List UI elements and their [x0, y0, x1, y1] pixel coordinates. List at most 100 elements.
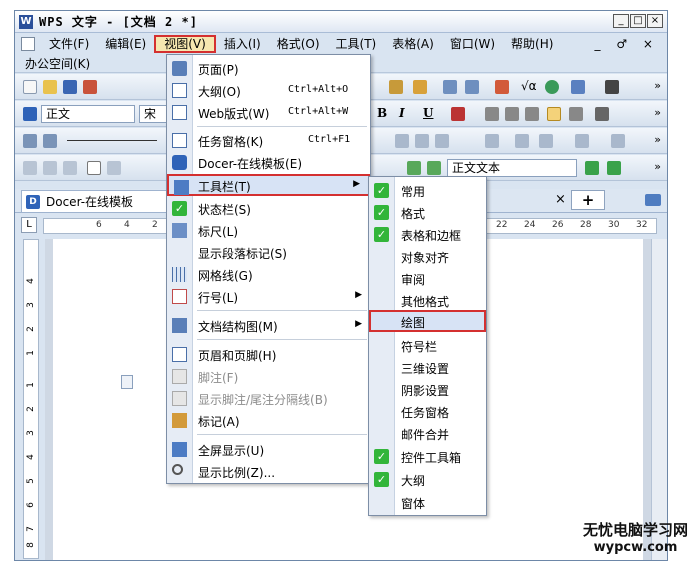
- submenu-item-forms[interactable]: 窗体: [369, 491, 486, 513]
- menu-window[interactable]: 窗口(W): [442, 35, 503, 53]
- toolbar-overflow-icon-4[interactable]: »: [654, 160, 661, 173]
- move-up-icon[interactable]: [607, 161, 621, 175]
- control-icon-2[interactable]: [43, 161, 57, 175]
- menu-item-line-numbers[interactable]: 行号(L) ▶: [167, 285, 370, 307]
- insert-table-icon[interactable]: [495, 80, 509, 94]
- styles-icon[interactable]: [23, 107, 37, 121]
- web-icon[interactable]: [545, 80, 559, 94]
- close-button[interactable]: ×: [647, 14, 663, 28]
- toolbar-overflow-icon[interactable]: »: [654, 79, 661, 92]
- align-left-icon[interactable]: [485, 107, 499, 121]
- font-select[interactable]: 宋体: [139, 105, 167, 123]
- print-icon[interactable]: [83, 80, 97, 94]
- split-table-icon[interactable]: [575, 134, 589, 148]
- style-select[interactable]: 正文: [41, 105, 135, 123]
- paste-options-icon[interactable]: [121, 375, 133, 389]
- bold-button[interactable]: B: [377, 106, 387, 120]
- tab-close-icon[interactable]: ×: [555, 192, 566, 207]
- submenu-item-other-formats[interactable]: 其他格式: [369, 289, 486, 311]
- submenu-item-shadow-settings[interactable]: 阴影设置: [369, 378, 486, 400]
- menu-insert[interactable]: 插入(I): [216, 35, 269, 53]
- submenu-item-tables-borders[interactable]: ✓ 表格和边框: [369, 223, 486, 245]
- checkbox-control-icon[interactable]: [87, 161, 101, 175]
- document-window-controls[interactable]: _ ♂ ×: [595, 37, 659, 51]
- merge-cells-icon[interactable]: [395, 134, 409, 148]
- insert-column-icon[interactable]: [539, 134, 553, 148]
- line-spacing-icon[interactable]: [595, 107, 609, 121]
- tab-list-icon[interactable]: [645, 194, 661, 206]
- paste-icon[interactable]: [389, 80, 403, 94]
- submenu-item-standard[interactable]: ✓ 常用: [369, 179, 486, 201]
- table-autoformat-icon[interactable]: [435, 134, 449, 148]
- menu-item-outline[interactable]: 大纲(O) Ctrl+Alt+O: [167, 79, 370, 101]
- toolbar-overflow-icon-3[interactable]: »: [654, 133, 661, 146]
- redo-icon[interactable]: [465, 80, 479, 94]
- view-mode-icon[interactable]: [571, 80, 585, 94]
- submenu-item-mail-merge[interactable]: 邮件合并: [369, 422, 486, 444]
- outline-level-select[interactable]: 正文文本: [447, 159, 577, 177]
- menu-item-task-pane[interactable]: 任务窗格(K) Ctrl+F1: [167, 129, 370, 151]
- menu-format[interactable]: 格式(O): [269, 35, 328, 53]
- save-icon[interactable]: [63, 80, 77, 94]
- formula-icon[interactable]: √α: [521, 79, 537, 93]
- insert-row-icon[interactable]: [515, 134, 529, 148]
- document-icon[interactable]: [21, 37, 35, 51]
- menu-item-web-layout[interactable]: Web版式(W) Ctrl+Alt+W: [167, 101, 370, 123]
- justify-icon[interactable]: [547, 107, 561, 121]
- control-icon-1[interactable]: [23, 161, 37, 175]
- toolbar-overflow-icon-2[interactable]: »: [654, 106, 661, 119]
- menu-view[interactable]: 视图(V): [154, 35, 216, 53]
- sort-icon[interactable]: [611, 134, 625, 148]
- menu-tools[interactable]: 工具(T): [328, 35, 385, 53]
- promote-icon[interactable]: [407, 161, 421, 175]
- menu-item-zoom[interactable]: 显示比例(Z)...: [167, 460, 370, 482]
- italic-button[interactable]: I: [399, 106, 405, 120]
- menu-edit[interactable]: 编辑(E): [97, 35, 154, 53]
- menu-help[interactable]: 帮助(H): [503, 35, 561, 53]
- menu-file[interactable]: 文件(F): [41, 35, 97, 53]
- menu-item-paragraph-marks[interactable]: 显示段落标记(S): [167, 241, 370, 263]
- menu-item-page[interactable]: 页面(P): [167, 57, 370, 79]
- minimize-button[interactable]: _: [613, 14, 629, 28]
- underline-button[interactable]: U: [423, 106, 433, 120]
- menu-item-fullscreen[interactable]: 全屏显示(U): [167, 438, 370, 460]
- menu-item-markup[interactable]: 标记(A): [167, 409, 370, 431]
- tab-docer-templates[interactable]: D Docer-在线模板: [21, 190, 171, 212]
- menu-item-ruler[interactable]: 标尺(L): [167, 219, 370, 241]
- submenu-item-object-align[interactable]: 对象对齐: [369, 245, 486, 267]
- align-right-icon[interactable]: [525, 107, 539, 121]
- submenu-item-task-pane[interactable]: 任务窗格: [369, 400, 486, 422]
- demote-icon[interactable]: [427, 161, 441, 175]
- menu-item-status-bar[interactable]: ✓ 状态栏(S): [167, 197, 370, 219]
- maximize-button[interactable]: □: [630, 14, 646, 28]
- vertical-scrollbar[interactable]: [651, 239, 667, 560]
- menu-item-docer[interactable]: Docer-在线模板(E): [167, 151, 370, 173]
- format-painter-icon[interactable]: [413, 80, 427, 94]
- draw-table-icon[interactable]: [23, 134, 37, 148]
- open-folder-icon[interactable]: [43, 80, 57, 94]
- font-color-icon[interactable]: [451, 107, 465, 121]
- menu-item-toolbars[interactable]: 工具栏(T) ▶: [167, 174, 370, 196]
- control-icon-4[interactable]: [107, 161, 121, 175]
- new-tab-button[interactable]: +: [571, 190, 605, 210]
- submenu-item-format[interactable]: ✓ 格式: [369, 201, 486, 223]
- control-icon-3[interactable]: [63, 161, 77, 175]
- submenu-item-symbols[interactable]: 符号栏: [369, 334, 486, 356]
- menu-table[interactable]: 表格(A): [384, 35, 442, 53]
- submenu-item-control-toolbox[interactable]: ✓ 控件工具箱: [369, 445, 486, 467]
- undo-icon[interactable]: [443, 80, 457, 94]
- move-down-icon[interactable]: [585, 161, 599, 175]
- submenu-item-review[interactable]: 审阅: [369, 267, 486, 289]
- distribute-icon[interactable]: [569, 107, 583, 121]
- tab-stop-selector[interactable]: L: [21, 217, 37, 233]
- new-document-icon[interactable]: [23, 80, 37, 94]
- menu-item-document-map[interactable]: 文档结构图(M) ▶: [167, 314, 370, 336]
- borders-icon[interactable]: [485, 134, 499, 148]
- vertical-ruler[interactable]: 4 3 2 1 1 2 3 4 5 6 7 8: [23, 239, 39, 559]
- align-center-icon[interactable]: [505, 107, 519, 121]
- split-cells-icon[interactable]: [415, 134, 429, 148]
- columns-icon[interactable]: [605, 80, 619, 94]
- submenu-item-outline[interactable]: ✓ 大纲: [369, 468, 486, 490]
- line-style-select[interactable]: [67, 140, 157, 141]
- menu-item-gridlines[interactable]: 网格线(G): [167, 263, 370, 285]
